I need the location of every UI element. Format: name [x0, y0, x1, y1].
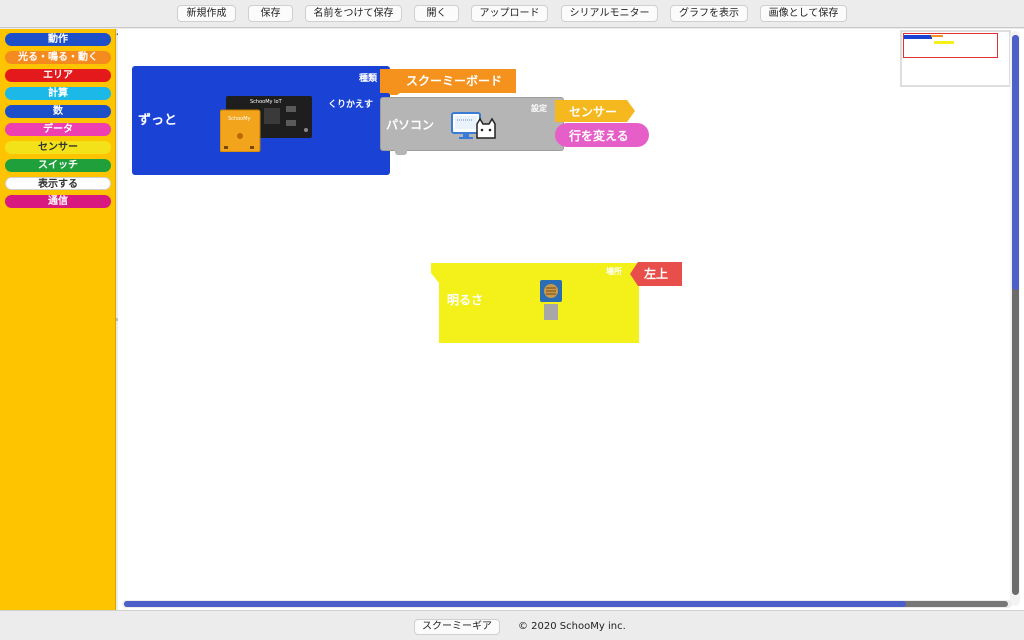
category-output[interactable]: 光る・鳴る・動く — [5, 51, 111, 64]
brightness-label: 明るさ — [447, 293, 484, 307]
footer: スクーミーギア © 2020 SchooMy inc. — [0, 610, 1024, 640]
forever-label: ずっと — [138, 113, 178, 128]
sensor-reporter[interactable]: センサー — [555, 100, 635, 122]
serial-monitor-button[interactable]: シリアルモニター — [561, 5, 658, 22]
app-window: 新規作成 保存 名前をつけて保存 開く アップロード シリアルモニター グラフを… — [0, 0, 1024, 640]
light-sensor-icon — [540, 280, 562, 320]
pc-label: パソコン — [386, 118, 435, 132]
open-button[interactable]: 開く — [414, 5, 459, 22]
toolbar: 新規作成 保存 名前をつけて保存 開く アップロード シリアルモニター グラフを… — [0, 0, 1024, 28]
category-switch[interactable]: スイッチ — [5, 159, 111, 172]
upload-button[interactable]: アップロード — [471, 5, 548, 22]
category-math[interactable]: 計算 — [5, 87, 111, 100]
board-reporter[interactable]: スクーミーボード — [386, 69, 516, 93]
board-chip-text: SchooMy — [228, 116, 251, 122]
workspace-minimap[interactable] — [900, 30, 1011, 87]
show-graph-button[interactable]: グラフを表示 — [670, 5, 748, 22]
horizontal-scrollbar-highlight — [124, 601, 906, 607]
save-button[interactable]: 保存 — [248, 5, 293, 22]
category-data[interactable]: データ — [5, 123, 111, 136]
repeat-label: くりかえす — [328, 100, 374, 110]
schoomy-board-icon: SchooMy IoT SchooMy — [220, 96, 312, 152]
brightness-block[interactable]: 明るさ 場所 — [431, 263, 641, 343]
category-area[interactable]: エリア — [5, 69, 111, 82]
setting-label: 設定 — [531, 104, 547, 113]
sensor-reporter-label: センサー — [569, 105, 618, 119]
pc-block[interactable]: パソコン 設定 — [380, 97, 564, 155]
category-display[interactable]: 表示する — [5, 177, 111, 190]
position-reporter-label: 左上 — [644, 267, 669, 281]
minimap-viewport[interactable] — [903, 33, 998, 58]
copyright-text: © 2020 SchooMy inc. — [518, 621, 626, 632]
position-reporter[interactable]: 左上 — [630, 262, 682, 286]
board-reporter-label: スクーミーボード — [406, 74, 503, 88]
block-palette: 動作 光る・鳴る・動く エリア 計算 数 データ センサー スイッチ 表示する … — [0, 29, 116, 610]
save-as-button[interactable]: 名前をつけて保存 — [305, 5, 402, 22]
kind-label: 種類 — [359, 74, 378, 84]
newline-reporter[interactable]: 行を変える — [555, 123, 649, 147]
save-image-button[interactable]: 画像として保存 — [760, 5, 847, 22]
board-brand-text: SchooMy IoT — [250, 99, 283, 105]
category-sensor[interactable]: センサー — [5, 141, 111, 154]
workspace-canvas[interactable]: ずっと くりかえす 種類 SchooMy IoT SchooMy スクーミーボー… — [118, 29, 1024, 610]
pc-block-notch — [395, 149, 407, 155]
forever-block[interactable]: ずっと くりかえす 種類 SchooMy IoT SchooMy — [132, 66, 390, 175]
category-motion[interactable]: 動作 — [5, 33, 111, 46]
category-comm[interactable]: 通信 — [5, 195, 111, 208]
vertical-scrollbar-highlight — [1012, 35, 1019, 290]
new-button[interactable]: 新規作成 — [177, 5, 236, 22]
location-label: 場所 — [606, 267, 622, 276]
newline-reporter-label: 行を変える — [569, 129, 629, 143]
schoomy-gear-button[interactable]: スクーミーギア — [414, 619, 500, 635]
computer-icon — [451, 112, 496, 139]
category-number[interactable]: 数 — [5, 105, 111, 118]
